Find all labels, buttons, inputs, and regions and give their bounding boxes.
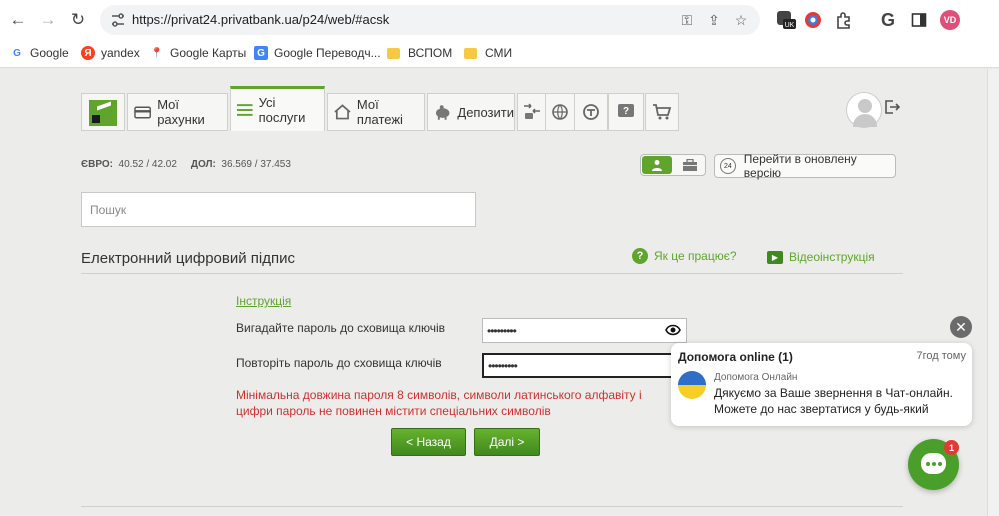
bookmark-google-maps[interactable]: 📍 Google Карты xyxy=(150,46,246,60)
bookmark-yandex[interactable]: Яyandex xyxy=(81,46,140,60)
back-button[interactable]: < Назад xyxy=(391,428,466,456)
side-panel-icon[interactable] xyxy=(908,9,930,31)
bookmarks-bar: G Google Яyandex 📍 Google Карты G Google Пе… xyxy=(0,40,999,68)
question-chat-icon: ? xyxy=(618,104,634,117)
nav-globe[interactable] xyxy=(545,93,575,131)
color-picker-extension-icon[interactable] xyxy=(802,9,824,31)
forward-arrow-icon[interactable]: → xyxy=(36,8,60,32)
chat-title: Допомога online (1) xyxy=(678,350,793,364)
card-icon xyxy=(134,106,151,118)
chat-unread-badge: 1 xyxy=(944,440,959,455)
next-button[interactable]: Далі > xyxy=(474,428,540,456)
translate-icon: G xyxy=(254,46,268,60)
exchange-rates: ЄВРО: 40.52 / 42.02 ДОЛ: 36.569 / 37.453 xyxy=(81,159,291,170)
business-account-toggle[interactable] xyxy=(677,156,703,174)
how-it-works-link[interactable]: ? Як це працює? xyxy=(632,248,737,264)
nav-my-payments[interactable]: Мої платежі xyxy=(327,93,425,131)
bookmark-google-translate[interactable]: G Google Переводч... xyxy=(254,46,381,60)
google-account-icon[interactable]: G xyxy=(877,9,899,31)
divider xyxy=(81,506,903,507)
logout-icon[interactable] xyxy=(884,99,901,120)
svg-text:G: G xyxy=(881,10,895,30)
page-scrollbar[interactable] xyxy=(987,69,999,516)
translate-extension-icon[interactable]: UK xyxy=(775,9,797,31)
eye-icon[interactable] xyxy=(665,323,681,337)
chat-sender: Допомога Онлайн xyxy=(714,372,798,383)
search-input[interactable]: Пошук xyxy=(81,192,476,227)
chat-preview-card[interactable]: Допомога online (1) 7год тому Допомога О… xyxy=(671,343,972,426)
folder-icon xyxy=(387,47,400,59)
page-title: Електронний цифровий підпис xyxy=(81,250,295,267)
new-version-button[interactable]: 24 Перейти в оновлену версію xyxy=(714,152,896,180)
globe-icon xyxy=(552,104,568,120)
share-icon[interactable]: ⇪ xyxy=(705,11,723,29)
privat24-icon: 24 xyxy=(720,158,736,174)
chat-timestamp: 7год тому xyxy=(916,350,966,362)
ukraine-flag-avatar xyxy=(678,371,706,399)
briefcase-icon xyxy=(683,158,697,171)
user-avatar[interactable] xyxy=(846,92,882,128)
nav-transport[interactable] xyxy=(517,93,547,131)
profile-avatar[interactable]: VD xyxy=(940,10,960,30)
nav-deposits[interactable]: Депозити xyxy=(427,93,515,131)
address-bar[interactable]: https://privat24.privatbank.ua/p24/web/#… xyxy=(100,5,760,35)
extensions-puzzle-icon[interactable] xyxy=(833,9,855,31)
nav-my-accounts[interactable]: Мої рахунки xyxy=(127,93,228,131)
piggy-bank-icon xyxy=(435,104,450,120)
chat-bubble-icon xyxy=(921,453,946,474)
bookmark-star-icon[interactable]: ☆ xyxy=(732,11,750,29)
person-icon xyxy=(652,160,662,171)
chat-message: Дякуємо за Ваше звернення в Чат-онлайн. … xyxy=(714,386,953,416)
timer-icon xyxy=(583,104,599,120)
play-icon: ▶ xyxy=(767,250,783,264)
password-error-message: Мінімальна довжина пароля 8 символів, си… xyxy=(236,388,642,418)
nav-support[interactable]: ? xyxy=(608,93,644,131)
yandex-icon: Я xyxy=(81,46,95,60)
back-arrow-icon[interactable]: ← xyxy=(6,8,30,32)
nav-cart[interactable] xyxy=(645,93,679,131)
password-field[interactable]: ••••••••• xyxy=(482,318,687,343)
browser-toolbar: ← → ↻ https://privat24.privatbank.ua/p24… xyxy=(0,0,999,40)
page-content: Мої рахунки Усі послуги Мої платежі Депо… xyxy=(0,69,999,516)
bookmark-folder-smi[interactable]: СМИ xyxy=(464,46,512,60)
site-info-icon[interactable] xyxy=(110,12,126,28)
repeat-password-field[interactable]: ••••••••• xyxy=(482,353,687,378)
folder-icon xyxy=(464,47,477,59)
svg-text:?: ? xyxy=(623,106,629,117)
reload-icon[interactable]: ↻ xyxy=(66,8,90,32)
maps-pin-icon: 📍 xyxy=(150,47,164,59)
nav-clock[interactable] xyxy=(574,93,608,131)
video-instruction-link[interactable]: ▶ Відеоінструкція xyxy=(767,250,875,264)
help-icon: ? xyxy=(632,248,648,264)
repeat-password-label: Повторіть пароль до сховища ключів xyxy=(236,356,442,370)
url-text[interactable]: https://privat24.privatbank.ua/p24/web/#… xyxy=(132,12,389,27)
divider xyxy=(81,273,903,274)
translate-badge: UK xyxy=(785,22,795,29)
house-icon xyxy=(334,104,351,120)
instruction-link[interactable]: Інструкція xyxy=(236,294,291,308)
list-icon xyxy=(237,104,253,116)
bookmark-google[interactable]: G Google xyxy=(10,46,69,60)
cart-icon xyxy=(653,104,672,120)
password-label: Вигадайте пароль до сховища ключів xyxy=(236,321,446,335)
key-icon[interactable]: ⚿ xyxy=(678,11,696,29)
chat-close-button[interactable]: ✕ xyxy=(950,316,972,338)
personal-account-toggle[interactable] xyxy=(642,156,672,174)
transport-icon xyxy=(524,103,540,119)
google-icon: G xyxy=(13,47,21,59)
account-type-switch[interactable] xyxy=(640,154,706,176)
nav-all-services[interactable]: Усі послуги xyxy=(230,86,325,131)
bookmark-folder-vspom[interactable]: ВСПОМ xyxy=(387,46,452,60)
privatbank-logo[interactable] xyxy=(81,93,125,131)
